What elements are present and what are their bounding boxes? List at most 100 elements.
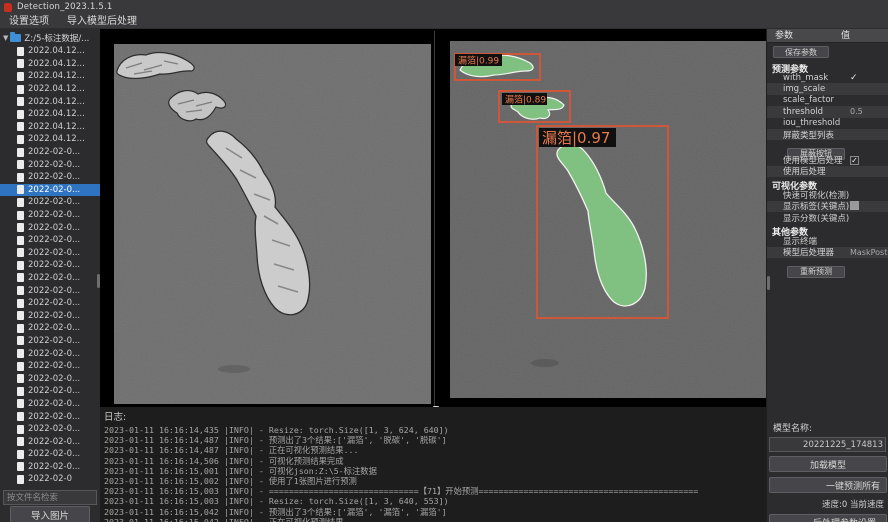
file-tree[interactable]: ▼ Z:/5-标注数据/... 2022.04.12...2022.04.12.…: [0, 31, 100, 487]
tree-item-label: 2022-02-0...: [28, 273, 80, 283]
param-rows: 预测参数with_mask✓img_scalescale_factorthres…: [767, 60, 888, 272]
tree-item-label: 2022-02-0...: [28, 311, 80, 321]
param-value[interactable]: ✓: [850, 73, 888, 83]
tree-item[interactable]: 2022-02-0...: [0, 297, 100, 310]
tree-item-label: 2022-02-0...: [28, 172, 80, 182]
tree-item-label: 2022-02-0...: [28, 349, 80, 359]
params-panel: 参数 值 保存参数 预测参数with_mask✓img_scalescale_f…: [766, 29, 888, 522]
tree-item[interactable]: 2022.04.12...: [0, 133, 100, 146]
tree-item[interactable]: 2022-02-0...: [0, 171, 100, 184]
tree-item[interactable]: 2022-02-0...: [0, 423, 100, 436]
viewer-divider: [434, 31, 435, 409]
tree-item[interactable]: 2022-02-0...: [0, 221, 100, 234]
param-action-button[interactable]: 重新预测: [787, 266, 845, 278]
import-images-button[interactable]: 导入图片: [10, 506, 90, 522]
tree-item[interactable]: 2022-02-0...: [0, 448, 100, 461]
param-value[interactable]: MaskPostPro: [850, 248, 888, 257]
file-icon: [17, 223, 24, 232]
log-console[interactable]: 日志: 2023-01-11 16:16:14,435 |INFO| - Res…: [100, 407, 766, 522]
tree-item[interactable]: 2022-02-0...: [0, 259, 100, 272]
tree-item[interactable]: 2022-02-0...: [0, 196, 100, 209]
param-value[interactable]: ✓: [850, 156, 888, 165]
tree-item-label: 2022-02-0...: [28, 248, 80, 258]
param-row[interactable]: 显示分数(关键点): [767, 212, 888, 223]
menu-settings[interactable]: 设置选项: [0, 14, 58, 29]
model-name-field[interactable]: 20221225_174813: [769, 437, 886, 452]
tree-item[interactable]: 2022-02-0...: [0, 360, 100, 373]
tree-item[interactable]: 2022-02-0...: [0, 272, 100, 285]
tree-item[interactable]: 2022-02-0...: [0, 347, 100, 360]
save-params-button[interactable]: 保存参数: [773, 46, 829, 58]
tree-item[interactable]: 2022-02-0...: [0, 461, 100, 474]
load-model-button[interactable]: 加载模型: [769, 456, 887, 472]
tree-item[interactable]: 2022-02-0...: [0, 284, 100, 297]
param-row[interactable]: iou_threshold: [767, 118, 888, 129]
tree-item[interactable]: 2022-02-0...: [0, 410, 100, 423]
param-value[interactable]: [850, 201, 888, 212]
panel-splitter-handle[interactable]: [767, 276, 770, 290]
tree-item[interactable]: 2022-02-0...: [0, 435, 100, 448]
window-title: Detection_2023.1.5.1: [17, 2, 113, 12]
param-row[interactable]: scale_factor: [767, 95, 888, 106]
param-row[interactable]: img_scale: [767, 83, 888, 94]
tree-item-label: 2022.04.12...: [28, 46, 85, 56]
filename-search-input[interactable]: [3, 490, 97, 505]
tree-item[interactable]: 2022-02-0...: [0, 146, 100, 159]
tree-item-label: 2022-02-0...: [28, 160, 80, 170]
postprocess-params-button[interactable]: 后处理参数设置: [769, 514, 887, 522]
param-row[interactable]: 屏蔽类型列表: [767, 129, 888, 140]
checkbox-checked-icon[interactable]: ✓: [850, 156, 859, 165]
tree-item[interactable]: 2022.04.12...: [0, 45, 100, 58]
chevron-down-icon: ▼: [3, 34, 8, 42]
speed-status-text: 速度:0 当前速度: [767, 498, 888, 510]
file-icon: [17, 324, 24, 333]
tree-item[interactable]: 2022-02-0...: [0, 247, 100, 260]
param-row[interactable]: threshold0.5: [767, 106, 888, 117]
param-row[interactable]: 使用模型后处理✓: [767, 154, 888, 165]
prediction-image-canvas[interactable]: 漏箔|0.99 漏箔|0.89 漏箔|0.97: [450, 41, 766, 398]
tree-item-label: 2022-02-0...: [28, 399, 80, 409]
file-icon: [17, 135, 24, 144]
param-row[interactable]: with_mask✓: [767, 72, 888, 83]
tree-item-label: 2022.04.12...: [28, 59, 85, 69]
tree-item[interactable]: 2022.04.12...: [0, 70, 100, 83]
param-row[interactable]: 显示终端: [767, 235, 888, 246]
tree-item[interactable]: 2022-02-0...: [0, 335, 100, 348]
param-row[interactable]: 快速可视化(检测): [767, 189, 888, 200]
tree-item[interactable]: 2022-02-0: [0, 473, 100, 486]
param-header-name: 参数: [767, 29, 841, 42]
tree-item[interactable]: 2022.04.12...: [0, 95, 100, 108]
original-image-canvas[interactable]: [114, 44, 431, 404]
tree-item[interactable]: 2022-02-0...: [0, 322, 100, 335]
log-line: 2023-01-11 16:16:15,042 |INFO| - 正在可视化预测…: [104, 517, 766, 522]
tree-item[interactable]: 2022.04.12...: [0, 83, 100, 96]
tree-item[interactable]: 2022-02-0...: [0, 398, 100, 411]
tree-item-label: 2022-02-0...: [28, 185, 80, 195]
app-logo-icon: [4, 3, 12, 12]
tree-item[interactable]: 2022.04.12...: [0, 121, 100, 134]
tree-item[interactable]: 2022-02-0...: [0, 184, 100, 197]
tree-root-folder[interactable]: ▼ Z:/5-标注数据/...: [0, 31, 100, 45]
checkbox-empty-icon[interactable]: [850, 201, 859, 210]
title-bar: Detection_2023.1.5.1: [0, 0, 888, 14]
param-row[interactable]: 模型后处理器MaskPostPro: [767, 247, 888, 258]
param-table-header: 参数 值: [767, 29, 888, 43]
param-row[interactable]: 使用后处理: [767, 166, 888, 177]
predict-all-button[interactable]: 一键预测所有: [769, 477, 887, 493]
tree-item-label: 2022.04.12...: [28, 122, 85, 132]
tree-item[interactable]: 2022-02-0...: [0, 372, 100, 385]
param-row[interactable]: 显示标签(关键点): [767, 201, 888, 212]
tree-item[interactable]: 2022-02-0...: [0, 158, 100, 171]
tree-item[interactable]: 2022-02-0...: [0, 385, 100, 398]
file-icon: [17, 362, 24, 371]
tree-item[interactable]: 2022-02-0...: [0, 209, 100, 222]
tree-item[interactable]: 2022-02-0...: [0, 234, 100, 247]
menu-import-model-postprocess[interactable]: 导入模型后处理: [58, 14, 146, 29]
param-value[interactable]: 0.5: [850, 107, 888, 116]
tree-item[interactable]: 2022.04.12...: [0, 108, 100, 121]
tree-item[interactable]: 2022.04.12...: [0, 58, 100, 71]
app-window: Detection_2023.1.5.1 设置选项 导入模型后处理 ▼ Z:/5…: [0, 0, 888, 522]
file-icon: [17, 173, 24, 182]
tree-item-label: 2022-02-0...: [28, 449, 80, 459]
tree-item[interactable]: 2022-02-0...: [0, 309, 100, 322]
